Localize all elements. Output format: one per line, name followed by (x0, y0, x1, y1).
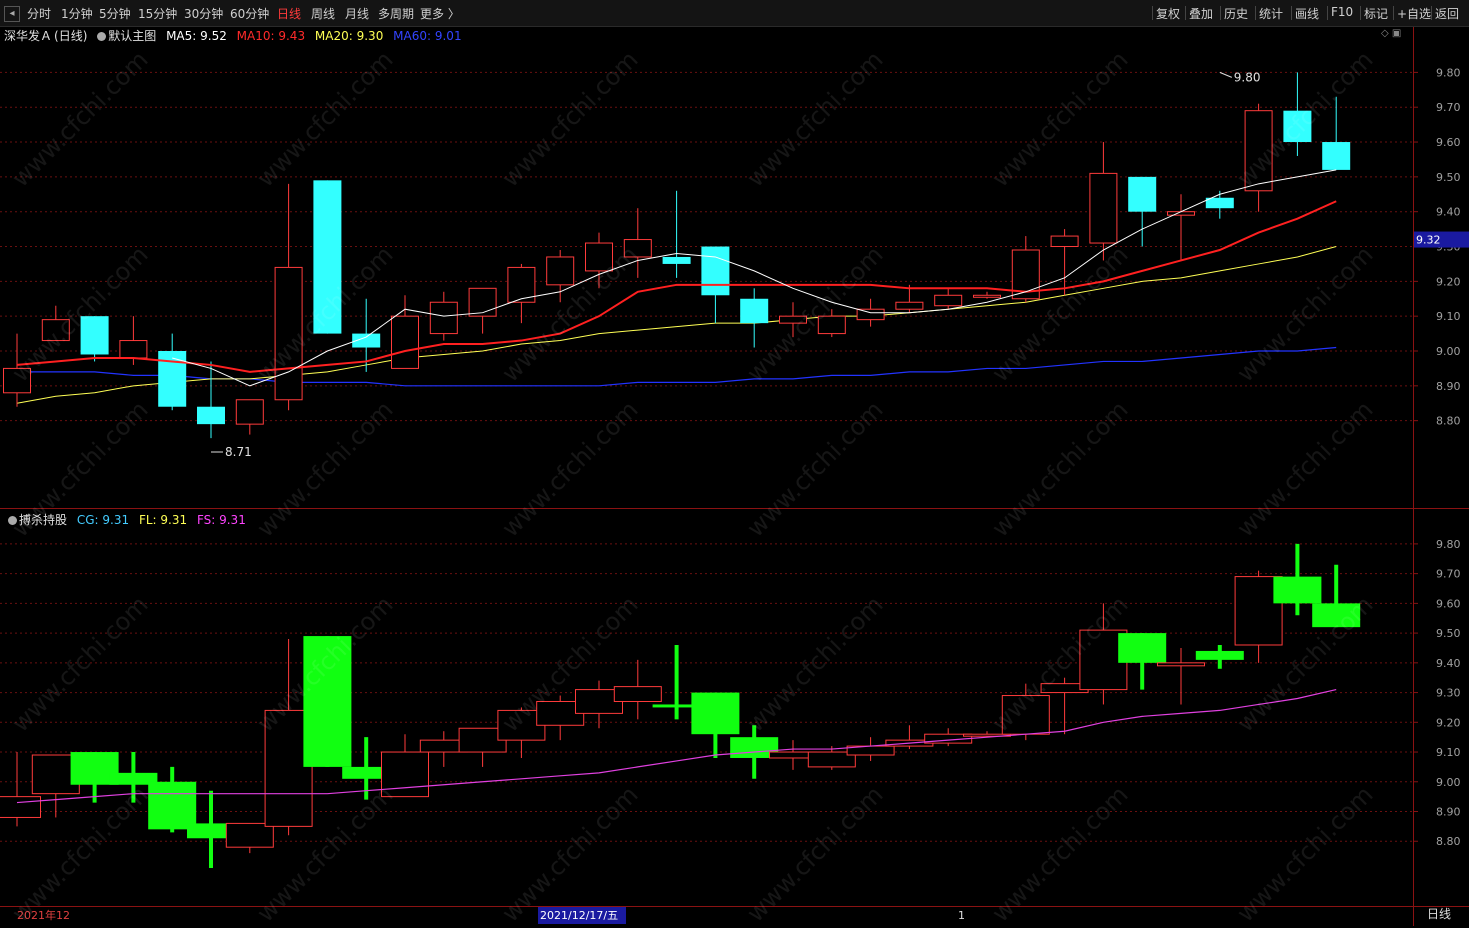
y-tick-label: 8.80 (1436, 415, 1461, 428)
candle-body (934, 294, 963, 307)
y-tick-label: 9.10 (1436, 746, 1461, 759)
extreme-label: 9.80 (1234, 70, 1261, 84)
candle-body (274, 266, 303, 401)
candle-body (895, 301, 924, 310)
candle-body (856, 308, 885, 321)
candle-body (662, 256, 691, 264)
y-tick-label: 9.80 (1436, 66, 1461, 79)
candle-body (691, 692, 740, 735)
candle-body (313, 180, 342, 334)
candle-body (468, 287, 497, 317)
x-axis-label: 1 (958, 909, 965, 922)
candle-body (546, 256, 575, 286)
candle-body (740, 298, 769, 324)
candle-body (1001, 695, 1050, 735)
y-tick-label: 8.90 (1436, 380, 1461, 393)
candle-body (1128, 176, 1157, 212)
candle-body (623, 239, 652, 258)
y-tick-label: 9.10 (1436, 310, 1461, 323)
candle-body (1157, 662, 1205, 667)
y-tick-label: 9.30 (1436, 687, 1461, 700)
x-axis-label: 2021/12/17/五 (540, 909, 618, 922)
period-label[interactable]: 日线 (1427, 905, 1451, 922)
candle-body (1312, 603, 1361, 628)
candle-body (158, 351, 187, 407)
y-tick-label: 9.60 (1436, 136, 1461, 149)
y-tick-label: 9.50 (1436, 171, 1461, 184)
candle-body (701, 246, 730, 296)
candle-body (779, 315, 807, 324)
y-tick-label: 9.00 (1436, 776, 1461, 789)
candle-body (197, 406, 225, 425)
kline-chart[interactable]: 9.80 9.70 9.60 9.50 9.40 9.30 9.20 9.10 9.00 8.90… (0, 0, 1469, 926)
candle-body (817, 315, 846, 335)
candle-body (391, 315, 419, 369)
ma5-line (172, 169, 1337, 387)
ma60-line (17, 346, 1337, 387)
y-tick-label: 9.20 (1436, 716, 1461, 729)
y-tick-label: 9.60 (1436, 597, 1461, 610)
candle-body (80, 316, 109, 355)
y-tick-label: 9.40 (1436, 657, 1461, 670)
x-axis-label: 2021年12 (17, 908, 70, 922)
candle-body (1244, 110, 1273, 192)
candle-body (1089, 172, 1118, 244)
y-tick-label: 9.80 (1436, 538, 1461, 551)
y-tick-label: 9.20 (1436, 275, 1461, 288)
candle-body (148, 781, 197, 830)
y-tick-label: 9.00 (1436, 345, 1461, 358)
candle-body (1322, 142, 1351, 170)
candle-body (1205, 197, 1234, 209)
candle-body (429, 301, 458, 335)
candle-body (973, 294, 1001, 298)
candle-body (119, 340, 148, 359)
y-tick-label: 8.90 (1436, 806, 1461, 819)
y-tick-label: 9.70 (1436, 101, 1461, 114)
y-tick-label: 9.50 (1436, 627, 1461, 640)
candle-body (225, 822, 274, 848)
extreme-arrow (1219, 71, 1232, 78)
candle-body (1195, 650, 1244, 660)
candle-body (3, 367, 31, 394)
candle-body (585, 242, 613, 272)
candle-body (1050, 235, 1079, 248)
candle-body (613, 686, 662, 702)
extreme-label: 8.71 (225, 445, 252, 459)
candle-body (381, 751, 429, 798)
y-tick-label: 9.40 (1436, 206, 1461, 219)
y-tick-label: 9.70 (1436, 568, 1461, 581)
current-price-label: 9.32 (1416, 234, 1441, 247)
y-tick-label: 8.80 (1436, 835, 1461, 848)
candle-body (235, 399, 264, 425)
candle-body (0, 796, 41, 818)
candle-body (1118, 633, 1167, 663)
candle-body (1283, 110, 1312, 143)
candle-body (1273, 576, 1322, 604)
candle-body (41, 319, 70, 342)
candle-body (303, 636, 352, 767)
